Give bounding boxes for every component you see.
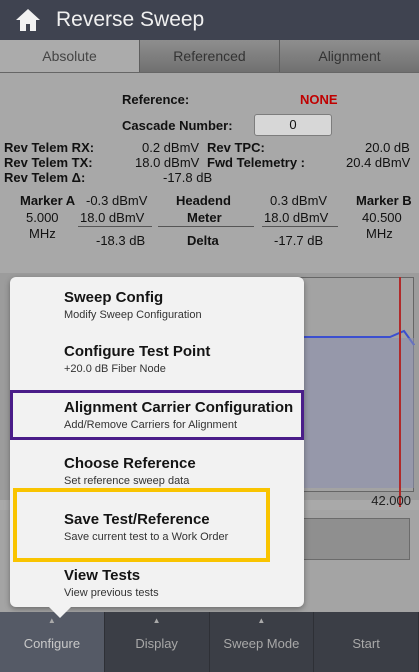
bottom-nav: ▲ Configure ▲ Display ▲ Sweep Mode Start	[0, 612, 419, 672]
nav-label: Display	[135, 636, 178, 651]
highlight-box-purple	[10, 390, 304, 440]
marker-b-unit: MHz	[366, 226, 393, 241]
rev-telem-tx-label: Rev Telem TX:	[4, 155, 93, 170]
rev-telem-tx-value: 18.0 dBmV	[135, 155, 200, 170]
tab-alignment[interactable]: Alignment	[280, 40, 419, 72]
menu-item-sub: Modify Sweep Configuration	[64, 309, 202, 321]
menu-item-label: View Tests	[64, 567, 141, 584]
marker-b-line[interactable]	[399, 277, 401, 507]
menu-item-label: Configure Test Point	[64, 343, 211, 360]
marker-a-label: Marker A	[20, 193, 76, 208]
reference-value: NONE	[300, 92, 338, 107]
reference-label: Reference:	[122, 92, 190, 107]
rev-tpc-label: Rev TPC:	[207, 140, 265, 155]
nav-label: Sweep Mode	[223, 636, 300, 651]
marker-a-headend-value: -0.3 dBmV	[86, 193, 148, 208]
menu-item-sweep-config[interactable]: Sweep Config Modify Sweep Configuration	[10, 289, 304, 321]
rev-telem-rx-label: Rev Telem RX:	[4, 140, 95, 155]
highlight-box-yellow	[13, 488, 270, 562]
nav-label: Start	[352, 636, 380, 651]
menu-item-label: Choose Reference	[64, 455, 196, 472]
caret-up-icon: ▲	[257, 616, 266, 625]
marker-b-delta-value: -17.7 dB	[274, 233, 324, 248]
nav-configure-button[interactable]: ▲ Configure	[0, 612, 105, 672]
divider	[158, 226, 254, 227]
marker-b-meter-value: 18.0 dBmV	[264, 210, 329, 225]
rev-telem-delta-label: Rev Telem Δ:	[4, 170, 86, 185]
nav-sweep-mode-button[interactable]: ▲ Sweep Mode	[210, 612, 315, 672]
info-panel: Reference: NONE Cascade Number: 0 Rev Te…	[0, 73, 419, 273]
rev-telem-delta-value: -17.8 dB	[163, 170, 213, 185]
menu-item-sub: View previous tests	[64, 587, 159, 599]
menu-item-configure-test-point[interactable]: Configure Test Point +20.0 dB Fiber Node	[10, 343, 304, 375]
marker-b-headend-value: 0.3 dBmV	[270, 193, 328, 208]
cascade-label: Cascade Number:	[122, 118, 233, 133]
divider	[262, 226, 338, 227]
menu-item-view-tests[interactable]: View Tests View previous tests	[10, 567, 304, 599]
divider	[78, 226, 152, 227]
meter-label: Meter	[187, 210, 222, 225]
marker-b-freq: 40.500	[362, 210, 402, 225]
title-bar: Reverse Sweep	[0, 0, 419, 40]
chart-x-end-label: 42.000	[371, 493, 411, 508]
tab-absolute[interactable]: Absolute	[0, 40, 140, 72]
menu-pointer	[48, 606, 72, 618]
delta-label: Delta	[187, 233, 219, 248]
cascade-number-button[interactable]: 0	[254, 114, 332, 136]
menu-item-choose-reference[interactable]: Choose Reference Set reference sweep dat…	[10, 455, 304, 487]
nav-label: Configure	[23, 636, 81, 651]
marker-a-delta-value: -18.3 dB	[96, 233, 146, 248]
menu-item-sub: +20.0 dB Fiber Node	[64, 363, 166, 375]
nav-display-button[interactable]: ▲ Display	[105, 612, 210, 672]
headend-label: Headend	[176, 193, 231, 208]
menu-item-sub: Set reference sweep data	[64, 475, 190, 487]
rev-tpc-value: 20.0 dB	[365, 140, 410, 155]
fwd-telemetry-value: 20.4 dBmV	[346, 155, 411, 170]
menu-item-label: Sweep Config	[64, 289, 164, 306]
rev-telem-rx-value: 0.2 dBmV	[142, 140, 200, 155]
tab-bar: Absolute Referenced Alignment	[0, 40, 419, 73]
marker-b-label: Marker B	[356, 193, 412, 208]
nav-start-button[interactable]: Start	[314, 612, 419, 672]
page-title: Reverse Sweep	[56, 8, 205, 31]
marker-a-meter-value: 18.0 dBmV	[80, 210, 145, 225]
tab-referenced[interactable]: Referenced	[140, 40, 280, 72]
fwd-telemetry-label: Fwd Telemetry :	[207, 155, 306, 170]
caret-up-icon: ▲	[152, 616, 161, 625]
home-icon[interactable]	[14, 6, 42, 34]
marker-a-freq: 5.000	[26, 210, 59, 225]
marker-a-unit: MHz	[29, 226, 56, 241]
